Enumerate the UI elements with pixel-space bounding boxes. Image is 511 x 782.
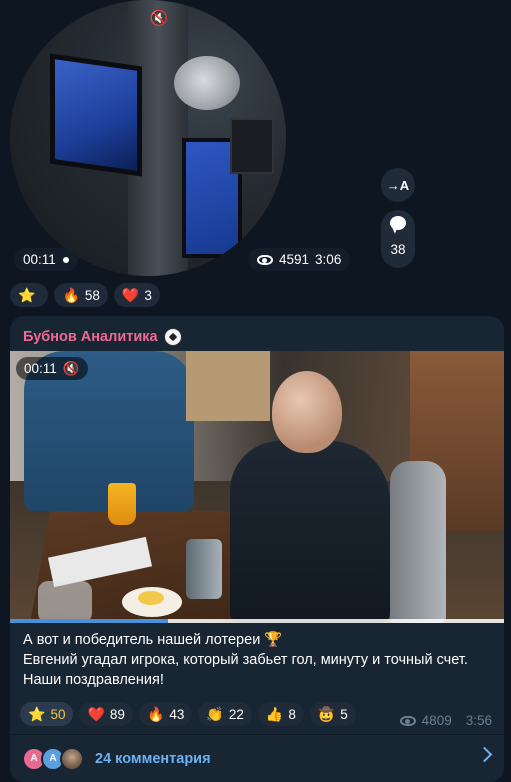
channel-name[interactable]: Бубнов Аналитика [23,328,182,346]
video-frame-speaker [174,56,240,110]
views-count: 4591 [279,252,310,267]
message-bubble: Бубнов Аналитика 00:11 🔇 А вот и победит… [10,316,504,782]
video-duration: 00:11 [24,361,57,376]
video-duration-badge: 00:11 [14,248,78,271]
photo-man [220,371,390,623]
reaction-heart[interactable]: ❤️ 3 [113,283,160,307]
reaction-heart[interactable]: ❤️ 89 [79,702,133,726]
reactions-bar: ⭐ 50 ❤️ 89 🔥 43 👏 22 👍 8 🤠 5 [20,702,356,726]
reaction-count: 58 [84,287,100,303]
reaction-clap[interactable]: 👏 22 [198,702,252,726]
chevron-right-icon [476,746,493,763]
reaction-count: 8 [288,706,296,722]
video-progress-bar[interactable] [10,619,504,623]
post-time: 3:06 [315,252,342,267]
caption-line-2: Евгений угадал игрока, который забьет го… [23,652,468,688]
comment-bubble-icon [390,216,406,230]
comments-count: 38 [390,242,406,257]
comments-button[interactable]: 38 [381,210,415,268]
forward-button[interactable]: →A [381,168,415,202]
views-eye-icon [257,254,273,265]
views-time: 4809 3:56 [399,713,492,728]
photo-jug [38,581,92,623]
commenter-avatars: A A [22,746,84,771]
views-time-badge: 4591 3:06 [248,248,351,271]
reaction-star[interactable]: ⭐ 50 [20,702,74,726]
forward-icon: →A [386,177,410,193]
video-frame-box [230,118,274,174]
video-player[interactable]: 00:11 🔇 [10,351,504,623]
video-duration-badge[interactable]: 00:11 🔇 [16,357,88,380]
fire-emoji-icon: 🔥 [146,706,165,722]
comments-link[interactable]: A A 24 комментария [10,735,504,782]
avatar-photo [60,746,84,771]
photo-juice-glass [108,483,136,525]
reaction-count: 22 [228,706,244,722]
video-duration: 00:11 [23,252,56,267]
photo-chair [390,461,446,623]
cowboy-emoji-icon: 🤠 [317,706,336,722]
reactions-bar: ⭐ 🔥 58 ❤️ 3 [10,283,160,307]
views-count: 4809 [421,713,452,728]
fire-emoji-icon: 🔥 [62,287,80,303]
soccer-ball-icon [163,328,182,346]
views-eye-icon [399,715,416,726]
reaction-cowboy[interactable]: 🤠 5 [309,702,356,726]
reaction-count: 5 [340,706,348,722]
author-name: Бубнов Аналитика [23,329,158,345]
unread-dot-icon [62,256,69,263]
photo-cup [186,539,222,599]
reaction-fire[interactable]: 🔥 43 [138,702,193,726]
post-time: 3:56 [465,713,492,728]
comments-label: 24 комментария [95,750,211,767]
heart-emoji-icon: ❤️ [87,706,105,722]
muted-icon[interactable]: 🔇 [148,10,170,28]
heart-emoji-icon: ❤️ [121,287,140,303]
reaction-count: 43 [169,706,185,722]
photo-man-body [230,441,390,623]
reaction-count: 3 [144,287,152,303]
photo-lemon [138,591,164,605]
caption-line-1: А вот и победитель нашей лотереи 🏆 [23,632,283,648]
reaction-count: 50 [50,706,66,722]
photo-man-head [272,371,342,453]
star-emoji-icon: ⭐ [18,287,36,303]
message-text: А вот и победитель нашей лотереи 🏆 Евген… [23,630,495,690]
video-progress-fill [10,619,169,623]
star-emoji-icon: ⭐ [28,706,46,722]
muted-icon[interactable]: 🔇 [63,361,80,377]
clap-emoji-icon: 👏 [206,706,224,722]
reaction-star[interactable]: ⭐ [10,283,49,307]
thumbs-up-emoji-icon: 👍 [265,706,284,722]
video-frame-tv [50,53,142,177]
reaction-thumbs-up[interactable]: 👍 8 [257,702,304,726]
reaction-count: 89 [109,706,125,722]
reaction-fire[interactable]: 🔥 58 [54,283,108,307]
round-video[interactable]: 🔇 [10,0,286,276]
